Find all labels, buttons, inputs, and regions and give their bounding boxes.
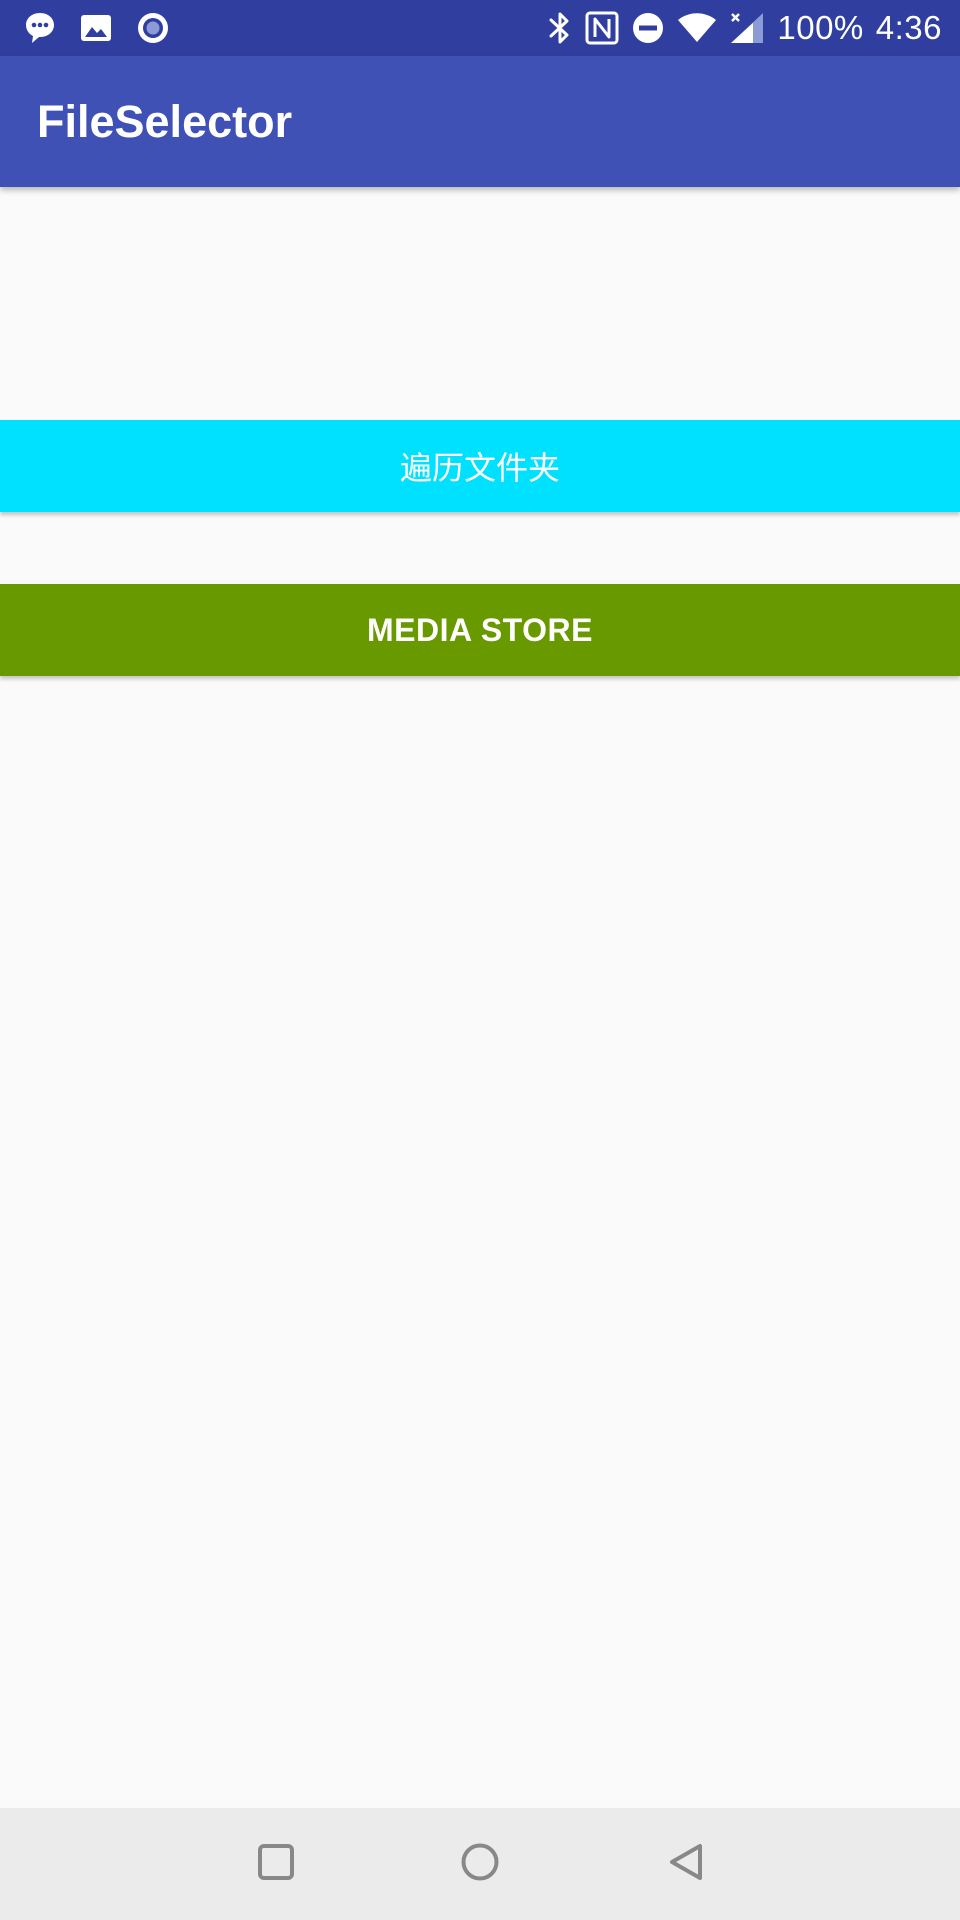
wifi-icon — [677, 11, 717, 45]
status-bar: 100% 4:36 — [0, 0, 960, 56]
do-not-disturb-icon — [631, 11, 665, 45]
back-icon — [667, 1842, 705, 1886]
navigation-bar — [0, 1808, 960, 1920]
bluetooth-icon — [547, 11, 573, 45]
clock-time: 4:36 — [875, 9, 942, 46]
cell-signal-icon — [729, 11, 765, 45]
app-bar: FileSelector — [0, 56, 960, 187]
home-icon — [460, 1842, 500, 1886]
media-store-button[interactable]: MEDIA STORE — [0, 584, 960, 676]
record-icon — [136, 11, 170, 45]
nfc-icon — [585, 11, 619, 45]
traverse-folder-button[interactable]: 遍历文件夹 — [0, 420, 960, 512]
notification-icons — [24, 0, 170, 56]
system-status: 100% 4:36 — [547, 0, 942, 56]
message-icon — [24, 11, 56, 45]
media-store-button-label: MEDIA STORE — [367, 611, 593, 648]
app-title: FileSelector — [37, 96, 293, 147]
back-button[interactable] — [630, 1808, 742, 1920]
image-icon — [80, 14, 112, 42]
traverse-folder-button-label: 遍历文件夹 — [399, 449, 560, 487]
home-button[interactable] — [424, 1808, 536, 1920]
recents-icon — [257, 1843, 295, 1885]
recents-button[interactable] — [220, 1808, 332, 1920]
battery-level: 100% — [777, 9, 864, 46]
